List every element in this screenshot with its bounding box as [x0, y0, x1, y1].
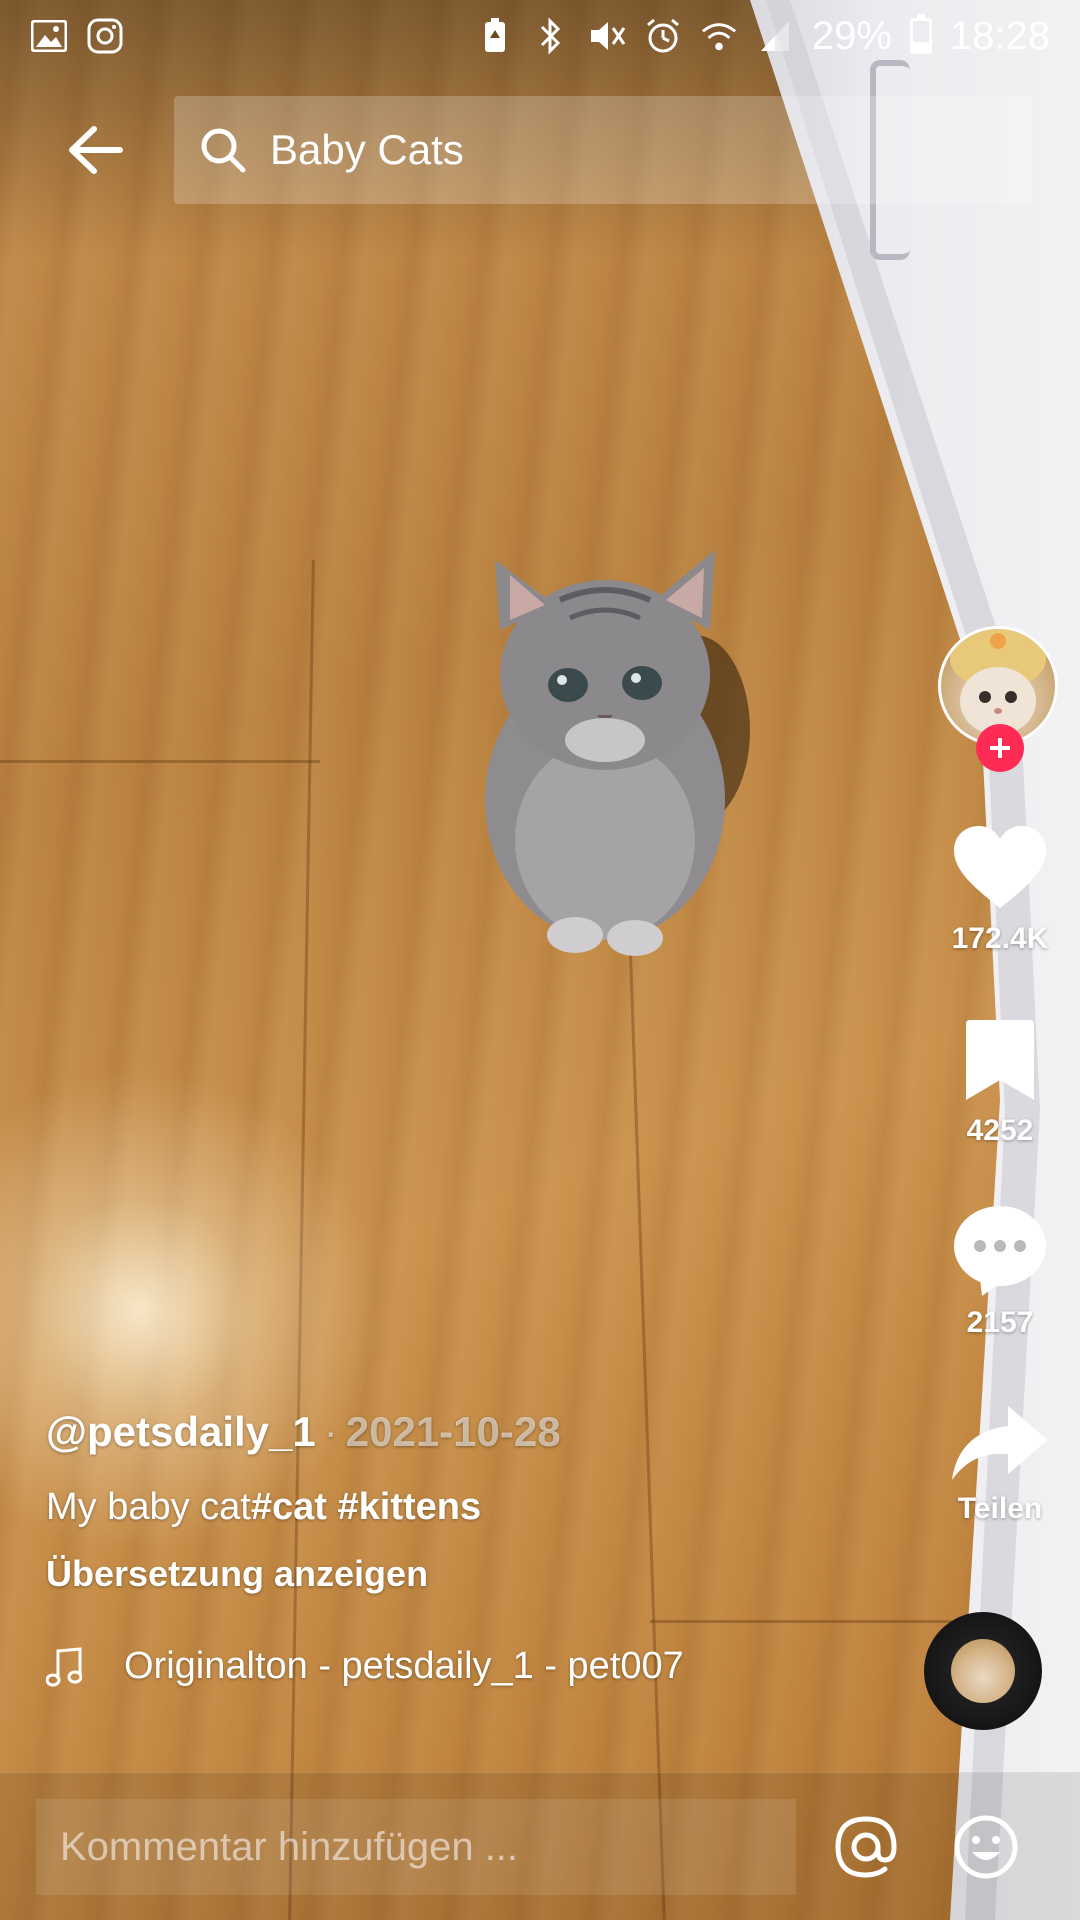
heart-icon: [954, 826, 1046, 908]
mention-button[interactable]: [830, 1811, 902, 1883]
alarm-icon: [644, 17, 682, 55]
show-translation-link[interactable]: Übersetzung anzeigen: [46, 1553, 886, 1595]
share-label: Teilen: [957, 1492, 1043, 1525]
music-title: Originalton - petsdaily_1 - pet007: [124, 1645, 684, 1687]
share-button[interactable]: Teilen: [920, 1404, 1080, 1526]
search-icon: [201, 128, 246, 173]
floor-seam: [0, 760, 320, 763]
share-arrow-icon: [952, 1406, 1048, 1480]
emoji-button[interactable]: [950, 1811, 1022, 1883]
bookmark-icon: [966, 1020, 1034, 1100]
hashtag-kittens[interactable]: #kittens: [338, 1486, 482, 1528]
bookmark-button[interactable]: 4252: [920, 1018, 1080, 1148]
video-caption: @petsdaily_1 · 2021-10-28 My baby cat#cat …: [46, 1408, 886, 1688]
back-button[interactable]: [60, 115, 130, 185]
author-line: @petsdaily_1 · 2021-10-28: [46, 1408, 886, 1456]
plus-icon: [990, 738, 1010, 758]
username-link[interactable]: @petsdaily_1: [46, 1408, 316, 1455]
music-info[interactable]: Originalton - petsdaily_1 - pet007: [46, 1645, 886, 1688]
at-icon: [835, 1816, 897, 1878]
separator-dot: ·: [323, 1408, 338, 1455]
instagram-icon: [86, 17, 124, 55]
gallery-icon: [30, 17, 68, 55]
like-button[interactable]: 172.4K: [920, 824, 1080, 956]
comment-bubble-icon: [954, 1206, 1046, 1296]
kitten-image: [485, 550, 750, 956]
search-query[interactable]: Baby Cats: [270, 126, 464, 174]
comment-bar: [0, 1772, 1080, 1920]
mute-icon: [588, 17, 626, 55]
follow-button[interactable]: [976, 724, 1024, 772]
music-note-icon: [46, 1646, 82, 1686]
description-text: My baby cat: [46, 1486, 251, 1528]
comment-count: 2157: [966, 1306, 1034, 1339]
signal-icon: [756, 17, 794, 55]
music-disc[interactable]: [924, 1612, 1042, 1730]
hashtag-cat[interactable]: #cat: [251, 1486, 327, 1528]
bluetooth-icon: [532, 17, 570, 55]
arrow-left-icon: [69, 126, 123, 174]
wifi-icon: [700, 17, 738, 55]
battery-percent: 29%: [811, 13, 892, 58]
post-date: 2021-10-28: [345, 1408, 561, 1455]
emoji-icon: [954, 1815, 1018, 1879]
comment-input[interactable]: [36, 1799, 796, 1895]
bookmark-count: 4252: [966, 1114, 1034, 1147]
status-bar: 29% 18:28: [0, 0, 1080, 72]
music-disc-cover: [951, 1639, 1015, 1703]
comments-button[interactable]: 2157: [920, 1204, 1080, 1340]
description: My baby cat#cat #kittens: [46, 1486, 886, 1529]
status-left: [30, 17, 124, 55]
like-count: 172.4K: [951, 922, 1049, 955]
battery-saver-icon: [476, 17, 514, 55]
search-bar[interactable]: Baby Cats: [174, 96, 1032, 204]
